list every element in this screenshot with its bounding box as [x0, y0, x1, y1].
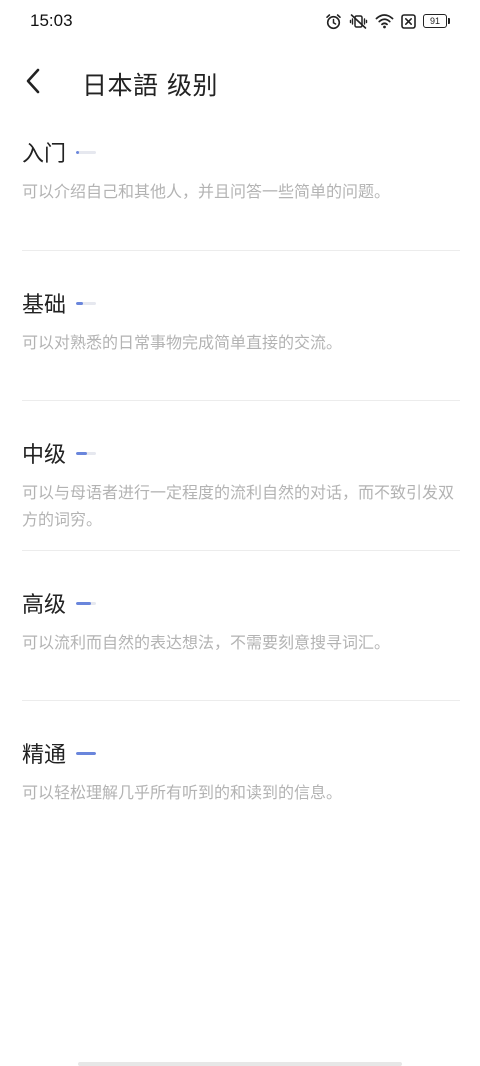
level-description: 可以介绍自己和其他人，并且问答一些简单的问题。	[22, 182, 391, 201]
status-icons: 91	[325, 11, 450, 31]
level-name: 高级	[22, 593, 67, 618]
back-button[interactable]	[14, 62, 52, 100]
level-progress-bar	[76, 301, 97, 305]
battery-level: 91	[423, 14, 447, 28]
level-progress-bar	[76, 150, 97, 154]
level-item-advanced[interactable]: 高级 可以流利而自然的表达想法，不需要刻意搜寻词汇。	[22, 551, 460, 701]
level-item-basic[interactable]: 基础 可以对熟悉的日常事物完成简单直接的交流。	[22, 251, 460, 401]
status-time: 15:03	[30, 11, 73, 30]
home-indicator	[78, 1062, 402, 1066]
level-progress-bar	[76, 601, 97, 605]
level-name: 中级	[22, 443, 67, 468]
level-progress-bar	[76, 751, 97, 755]
page-title: 日本語 级别	[82, 71, 218, 100]
status-bar: 15:03 91	[0, 0, 480, 42]
level-description: 可以对熟悉的日常事物完成简单直接的交流。	[22, 333, 343, 352]
level-list: 入门 可以介绍自己和其他人，并且问答一些简单的问题。 基础 可以对熟悉的日常事物…	[22, 132, 460, 841]
level-description: 可以轻松理解几乎所有听到的和读到的信息。	[22, 783, 343, 802]
mute-vibrate-icon	[349, 13, 368, 30]
level-item-intermediate[interactable]: 中级 可以与母语者进行一定程度的流利自然的对话，而不致引发双方的词穷。	[22, 401, 460, 551]
level-description: 可以与母语者进行一定程度的流利自然的对话，而不致引发双方的词穷。	[22, 483, 455, 529]
chevron-left-icon	[26, 68, 40, 94]
level-item-proficient[interactable]: 精通 可以轻松理解几乎所有听到的和读到的信息。	[22, 701, 460, 841]
alarm-icon	[325, 13, 342, 30]
level-item-beginner[interactable]: 入门 可以介绍自己和其他人，并且问答一些简单的问题。	[22, 132, 460, 251]
level-progress-bar	[76, 451, 97, 455]
level-name: 入门	[22, 142, 67, 167]
sim-blocked-icon	[401, 13, 416, 29]
level-name: 精通	[22, 743, 67, 768]
level-description: 可以流利而自然的表达想法，不需要刻意搜寻词汇。	[22, 633, 391, 652]
wifi-icon	[375, 13, 394, 29]
level-name: 基础	[22, 293, 67, 318]
battery-icon: 91	[423, 14, 450, 28]
app-bar: 日本語 级别	[0, 56, 480, 106]
